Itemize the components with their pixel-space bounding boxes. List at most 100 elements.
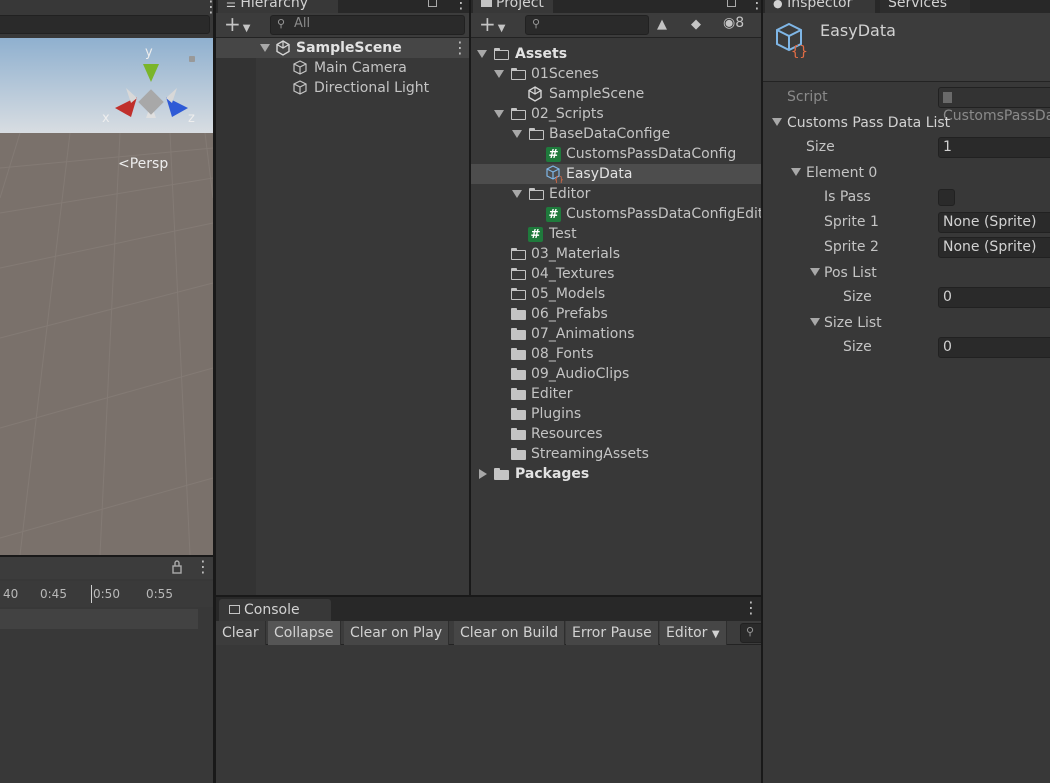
expand-icon[interactable] xyxy=(772,118,782,126)
console-toolbar: Clear Collapse Clear on Play Clear on Bu… xyxy=(216,621,761,645)
folder-row[interactable]: 07_Animations xyxy=(471,324,761,344)
scene-search-input[interactable] xyxy=(0,15,210,34)
tab-services[interactable]: Services xyxy=(880,0,970,13)
folder-open-icon xyxy=(511,68,526,80)
folder-row[interactable]: Editer xyxy=(471,384,761,404)
file-row[interactable]: # Test xyxy=(471,224,761,244)
collapse-button[interactable]: Collapse xyxy=(268,621,341,645)
script-field: CustomsPassDataConfig xyxy=(938,87,1050,124)
expand-icon[interactable] xyxy=(260,44,270,52)
maximize-icon[interactable] xyxy=(727,0,736,7)
file-row[interactable]: SampleScene xyxy=(471,84,761,104)
folder-row[interactable]: 01Scenes xyxy=(471,64,761,84)
expand-icon[interactable] xyxy=(791,168,801,176)
project-menu-icon[interactable] xyxy=(749,0,753,12)
assets-row[interactable]: Assets xyxy=(471,44,761,64)
folder-row[interactable]: 06_Prefabs xyxy=(471,304,761,324)
sprite2-field[interactable]: None (Sprite) xyxy=(938,237,1050,258)
filter-by-label-icon[interactable]: ◆ xyxy=(691,17,701,32)
sprite1-field[interactable]: None (Sprite) xyxy=(938,212,1050,233)
persp-toggle[interactable]: <Persp xyxy=(118,156,168,172)
hidden-packages-toggle[interactable]: ◉8 xyxy=(723,15,744,31)
folder-row[interactable]: Resources xyxy=(471,424,761,444)
console-menu-icon[interactable] xyxy=(743,601,747,617)
size-list-foldout[interactable]: Size List xyxy=(763,312,1050,334)
file-row[interactable]: # CustomsPassDataConfigEditor xyxy=(471,204,761,224)
search-placeholder: All xyxy=(294,16,311,31)
chevron-down-icon: ▼ xyxy=(711,629,720,640)
lock-icon[interactable] xyxy=(172,560,182,574)
folder-icon xyxy=(511,328,526,340)
scene-row-menu-icon[interactable] xyxy=(452,41,456,57)
hierarchy-object-row[interactable]: Directional Light xyxy=(256,78,469,98)
tab-inspector[interactable]: ● Inspector xyxy=(765,0,875,13)
folder-row[interactable]: Plugins xyxy=(471,404,761,424)
collapse-icon[interactable] xyxy=(479,469,487,479)
project-panel: Project +▼ ⚲ ▲ ◆ ◉8 Assets 01Scenes Samp… xyxy=(471,0,761,595)
folder-row[interactable]: Editor xyxy=(471,184,761,204)
folder-open-icon xyxy=(529,188,544,200)
folder-row[interactable]: StreamingAssets xyxy=(471,444,761,464)
folder-row[interactable]: 04_Textures xyxy=(471,264,761,284)
create-dropdown-button[interactable]: + ▼ xyxy=(224,13,250,40)
scene-gizmo[interactable]: y x z xyxy=(102,45,195,138)
console-search-input[interactable]: ⚲ xyxy=(740,623,761,643)
folder-icon xyxy=(511,428,526,440)
packages-row[interactable]: Packages xyxy=(471,464,761,484)
search-icon: ⚲ xyxy=(532,17,541,30)
folder-open-icon xyxy=(494,48,509,60)
hierarchy-object-row[interactable]: Main Camera xyxy=(256,58,469,78)
clear-on-play-button[interactable]: Clear on Play xyxy=(344,621,450,645)
pos-list-foldout[interactable]: Pos List xyxy=(763,262,1050,284)
hierarchy-tab-icon: ☰ xyxy=(226,0,236,10)
tab-console[interactable]: Console xyxy=(219,599,331,621)
folder-icon xyxy=(494,468,509,480)
editor-dropdown[interactable]: Editor ▼ xyxy=(660,621,727,645)
expand-icon[interactable] xyxy=(512,190,522,198)
maximize-icon[interactable] xyxy=(428,0,437,7)
element-foldout[interactable]: Element 0 xyxy=(763,162,1050,184)
animation-menu-icon[interactable] xyxy=(195,560,199,576)
clear-on-build-button[interactable]: Clear on Build xyxy=(454,621,566,645)
size-size-input[interactable]: 0 xyxy=(938,337,1050,358)
create-dropdown-button[interactable]: + ▼ xyxy=(479,13,505,40)
expand-icon[interactable] xyxy=(810,268,820,276)
project-search-input[interactable]: ⚲ xyxy=(525,15,649,35)
expand-icon[interactable] xyxy=(494,110,504,118)
scene-menu-icon[interactable] xyxy=(203,0,207,16)
size-size-label: Size xyxy=(843,339,872,355)
expand-icon[interactable] xyxy=(810,318,820,326)
file-row[interactable]: # CustomsPassDataConfig xyxy=(471,144,761,164)
console-log-area[interactable] xyxy=(216,646,761,783)
filter-by-type-icon[interactable]: ▲ xyxy=(657,17,667,32)
hierarchy-search-input[interactable]: ⚲ All xyxy=(270,15,465,35)
clear-button[interactable]: Clear xyxy=(216,621,266,645)
expand-icon[interactable] xyxy=(494,70,504,78)
is-pass-checkbox[interactable] xyxy=(938,189,955,206)
size-input[interactable]: 1 xyxy=(938,137,1050,158)
folder-label: 06_Prefabs xyxy=(531,306,608,322)
chevron-down-icon: ▼ xyxy=(242,23,251,34)
inspector-tabbar: ● Inspector Services xyxy=(763,0,1050,13)
hierarchy-menu-icon[interactable] xyxy=(453,0,457,12)
folder-row[interactable]: 05_Models xyxy=(471,284,761,304)
pos-size-input[interactable]: 0 xyxy=(938,287,1050,308)
folder-row[interactable]: 03_Materials xyxy=(471,244,761,264)
folder-row[interactable]: 02_Scripts xyxy=(471,104,761,124)
scene-view-panel: y x z <Persp xyxy=(0,0,213,555)
timeline-tick: 0:55 xyxy=(146,587,173,601)
search-icon: ⚲ xyxy=(746,625,755,638)
expand-icon[interactable] xyxy=(512,130,522,138)
folder-row[interactable]: 09_AudioClips xyxy=(471,364,761,384)
timeline-ruler[interactable]: 40 0:45 0:50 0:55 xyxy=(0,581,213,607)
scene-row[interactable]: SampleScene xyxy=(216,38,469,58)
expand-icon[interactable] xyxy=(477,50,487,58)
timeline-playhead[interactable] xyxy=(91,585,92,603)
folder-row[interactable]: 08_Fonts xyxy=(471,344,761,364)
folder-label: Resources xyxy=(531,426,603,442)
error-pause-button[interactable]: Error Pause xyxy=(566,621,659,645)
file-row-selected[interactable]: {} EasyData xyxy=(471,164,761,184)
folder-row[interactable]: BaseDataConfige xyxy=(471,124,761,144)
list-foldout[interactable]: Customs Pass Data List xyxy=(763,112,1050,134)
csharp-script-icon: # xyxy=(546,207,561,222)
